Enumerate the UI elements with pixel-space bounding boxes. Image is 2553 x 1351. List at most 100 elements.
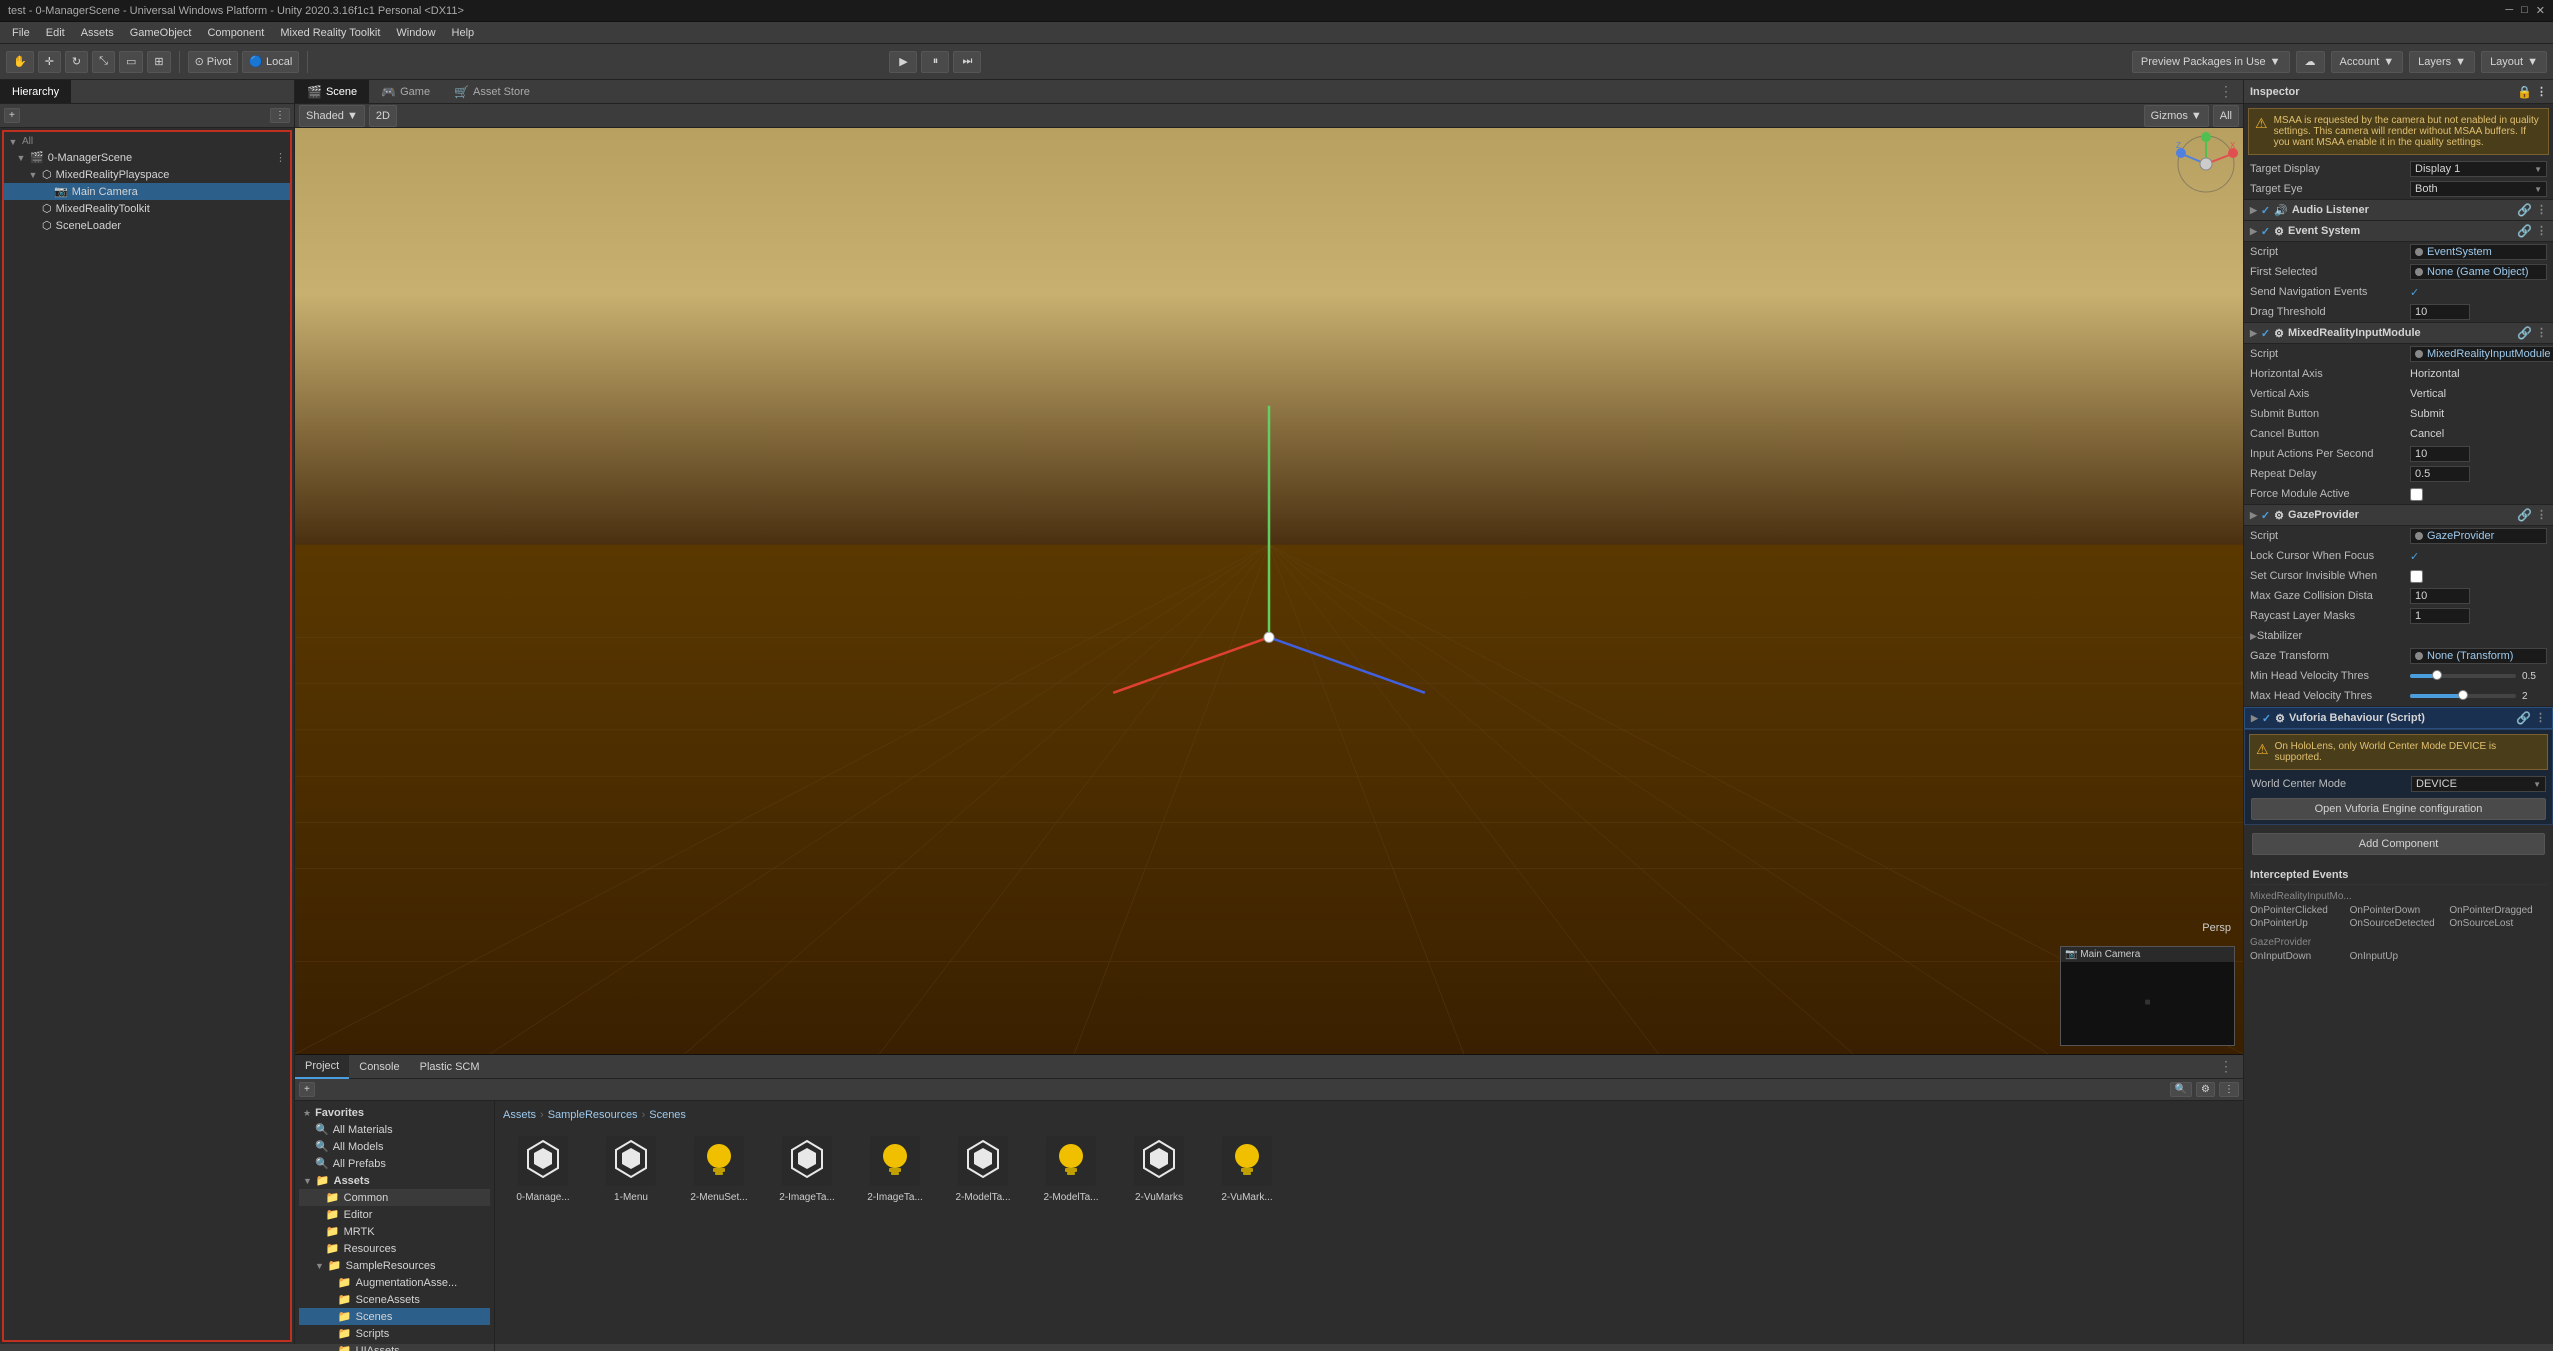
tab-scene[interactable]: 🎬 Scene (295, 80, 369, 103)
cloud-btn[interactable]: ☁ (2296, 51, 2325, 73)
vuforia-link[interactable]: 🔗 (2516, 711, 2531, 725)
gaze-check[interactable]: ✓ (2261, 509, 2270, 522)
input-actions-input[interactable] (2410, 446, 2470, 462)
assets-header[interactable]: ▼ 📁 Assets (299, 1172, 490, 1189)
audio-listener-header[interactable]: ▶ ✓ 🔊 Audio Listener 🔗 ⋮ (2244, 200, 2553, 221)
event-system-header[interactable]: ▶ ✓ ⚙ Event System 🔗 ⋮ (2244, 221, 2553, 242)
hierarchy-mrtk[interactable]: ▶ ⬡ MixedRealityToolkit (4, 200, 290, 217)
hierarchy-menu-btn[interactable]: ⋮ (270, 108, 290, 123)
gaze-link[interactable]: 🔗 (2517, 508, 2532, 522)
scenes-folder[interactable]: ▶ 📁 Scenes (299, 1308, 490, 1325)
mrtk-input-link[interactable]: 🔗 (2517, 326, 2532, 340)
asset-1-menu[interactable]: 1-Menu (591, 1129, 671, 1208)
vuforia-check[interactable]: ✓ (2262, 712, 2271, 725)
project-add-btn[interactable]: + (299, 1082, 315, 1097)
local-btn[interactable]: 🔵 Local (242, 51, 299, 73)
audio-listener-link[interactable]: 🔗 (2517, 203, 2532, 217)
mrtk-script-value[interactable]: MixedRealityInputModule (2410, 346, 2553, 362)
target-display-value[interactable]: Display 1 (2410, 161, 2547, 177)
scene-viewport[interactable]: X Y Z Persp 📷 Ma (295, 128, 2243, 1054)
minimize-btn[interactable]: ─ (2505, 4, 2513, 17)
dim-btn[interactable]: 2D (369, 105, 397, 127)
asset-8-vumark2[interactable]: 2-VuMark... (1207, 1129, 1287, 1208)
min-velocity-track[interactable] (2410, 674, 2516, 678)
asset-6-modelto2[interactable]: 2-ModelTa... (1031, 1129, 1111, 1208)
resources-folder[interactable]: ▶ 📁 Resources (299, 1240, 490, 1257)
drag-threshold-input[interactable] (2410, 304, 2470, 320)
tab-hierarchy[interactable]: Hierarchy (0, 80, 71, 103)
tab-plastic[interactable]: Plastic SCM (410, 1055, 490, 1079)
menu-edit[interactable]: Edit (38, 25, 73, 41)
audio-listener-dots[interactable]: ⋮ (2536, 203, 2547, 217)
min-velocity-thumb[interactable] (2432, 670, 2442, 680)
add-component-btn[interactable]: Add Component (2252, 833, 2545, 855)
gaze-transform-value[interactable]: None (Transform) (2410, 648, 2547, 664)
hierarchy-main-camera[interactable]: ▶ 📷 Main Camera (4, 183, 290, 200)
mrtk-folder[interactable]: ▶ 📁 MRTK (299, 1223, 490, 1240)
breadcrumb-assets[interactable]: Assets (503, 1109, 536, 1121)
tab-asset-store[interactable]: 🛒 Asset Store (442, 80, 542, 103)
step-button[interactable]: ⏭ (953, 51, 981, 73)
favorites-header[interactable]: ★ Favorites (299, 1105, 490, 1121)
hierarchy-mrtk-playspace[interactable]: ▼ ⬡ MixedRealityPlayspace (4, 166, 290, 183)
all-btn[interactable]: All (2213, 105, 2239, 127)
play-button[interactable]: ▶ (889, 51, 917, 73)
tool-move[interactable]: ✛ (38, 51, 61, 73)
tool-hand[interactable]: ✋ (6, 51, 34, 73)
pause-button[interactable]: ⏸ (921, 51, 949, 73)
menu-assets[interactable]: Assets (73, 25, 122, 41)
menu-gameobject[interactable]: GameObject (122, 25, 200, 41)
hierarchy-add-btn[interactable]: + (4, 108, 20, 123)
common-folder[interactable]: ▶ 📁 Common (299, 1189, 490, 1206)
repeat-delay-input[interactable] (2410, 466, 2470, 482)
project-layout-btn[interactable]: ⋮ (2219, 1082, 2239, 1097)
mrtk-input-dots[interactable]: ⋮ (2536, 326, 2547, 340)
all-materials[interactable]: 🔍 All Materials (299, 1121, 490, 1138)
gaze-provider-header[interactable]: ▶ ✓ ⚙ GazeProvider 🔗 ⋮ (2244, 505, 2553, 526)
script-value[interactable]: EventSystem (2410, 244, 2547, 260)
target-eye-value[interactable]: Both (2410, 181, 2547, 197)
tool-rotate[interactable]: ↻ (65, 51, 88, 73)
open-vuforia-btn[interactable]: Open Vuforia Engine configuration (2251, 798, 2546, 820)
menu-mrtk[interactable]: Mixed Reality Toolkit (272, 25, 388, 41)
tool-transform[interactable]: ⊞ (147, 51, 170, 73)
pivot-btn[interactable]: ⊙ Pivot (188, 51, 239, 73)
set-cursor-check[interactable] (2410, 570, 2423, 583)
max-gaze-input[interactable] (2410, 588, 2470, 604)
layout-btn[interactable]: Layout ▼ (2481, 51, 2547, 73)
event-system-link[interactable]: 🔗 (2517, 224, 2532, 238)
vuforia-header[interactable]: ▶ ✓ ⚙ Vuforia Behaviour (Script) 🔗 ⋮ (2244, 707, 2553, 729)
asset-7-vumarks[interactable]: 2-VuMarks (1119, 1129, 1199, 1208)
breadcrumb-sample[interactable]: SampleResources (548, 1109, 638, 1121)
hierarchy-all[interactable]: ▼ All (4, 134, 290, 149)
shading-btn[interactable]: Shaded ▼ (299, 105, 365, 127)
world-center-value[interactable]: DEVICE (2411, 776, 2546, 792)
asset-3-imageta[interactable]: 2-ImageTa... (767, 1129, 847, 1208)
menu-component[interactable]: Component (199, 25, 272, 41)
menu-file[interactable]: File (4, 25, 38, 41)
inspector-lock-icon[interactable]: 🔒 (2517, 85, 2532, 99)
force-module-check[interactable] (2410, 488, 2423, 501)
manager-scene-menu[interactable]: ⋮ (275, 151, 286, 164)
editor-folder[interactable]: ▶ 📁 Editor (299, 1206, 490, 1223)
inspector-menu[interactable]: ⋮ (2536, 85, 2547, 99)
tab-console[interactable]: Console (349, 1055, 409, 1079)
search-project-btn[interactable]: 🔍 (2170, 1082, 2192, 1097)
close-btn[interactable]: ✕ (2536, 4, 2545, 17)
gizmos-btn[interactable]: Gizmos ▼ (2144, 105, 2209, 127)
layers-btn[interactable]: Layers ▼ (2409, 51, 2475, 73)
asset-0-manage[interactable]: 0-Manage... (503, 1129, 583, 1208)
gaze-dots[interactable]: ⋮ (2536, 508, 2547, 522)
asset-2-menuset[interactable]: 2-MenuSet... (679, 1129, 759, 1208)
preview-packages-btn[interactable]: Preview Packages in Use ▼ (2132, 51, 2290, 73)
event-system-dots[interactable]: ⋮ (2536, 224, 2547, 238)
uiassets-folder[interactable]: ▶ 📁 UIAssets (299, 1342, 490, 1351)
hierarchy-scene-loader[interactable]: ▶ ⬡ SceneLoader (4, 217, 290, 234)
raycast-masks-input[interactable] (2410, 608, 2470, 624)
scene-view-menu[interactable]: ⋮ (2215, 83, 2237, 100)
tab-game[interactable]: 🎮 Game (369, 80, 442, 103)
mrtk-input-check[interactable]: ✓ (2261, 327, 2270, 340)
hierarchy-manager-scene[interactable]: ▼ 🎬 0-ManagerScene ⋮ (4, 149, 290, 166)
scene-assets-folder[interactable]: ▶ 📁 SceneAssets (299, 1291, 490, 1308)
account-btn[interactable]: Account ▼ (2331, 51, 2404, 73)
